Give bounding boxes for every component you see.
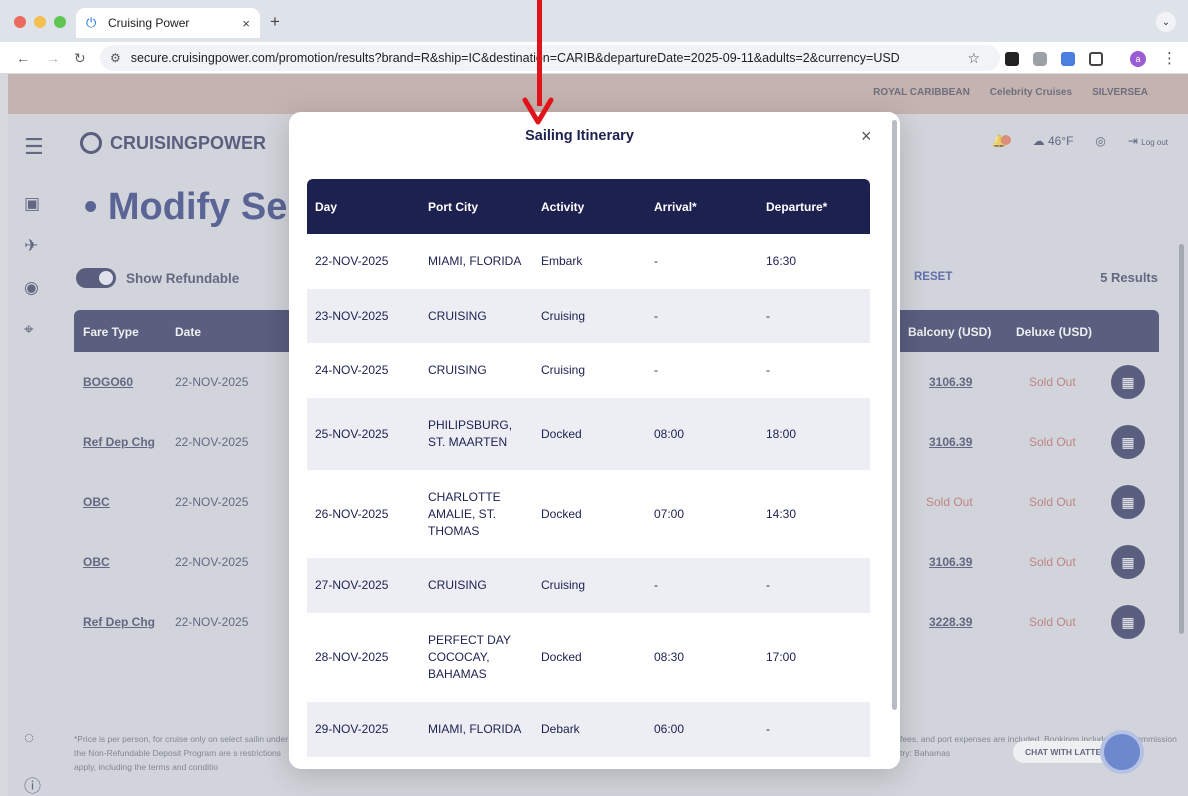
itin-arrival: -	[654, 578, 658, 592]
sailing-itinerary-modal: Sailing Itinerary × Day Port City Activi…	[289, 112, 900, 769]
extensions-puzzle-icon[interactable]	[1089, 52, 1103, 66]
browser-tab-strip: ⏻ Cruising Power × + ⌄	[0, 0, 1188, 42]
itin-port: MIAMI, FLORIDA	[428, 722, 522, 736]
itin-arrival: 08:00	[654, 426, 685, 441]
col-day: Day	[315, 199, 338, 214]
itin-activity: Cruising	[541, 578, 586, 592]
itin-departure: -	[766, 308, 770, 323]
itin-activity: Cruising	[541, 308, 586, 323]
itin-day: 27-NOV-2025	[315, 578, 389, 592]
url-path: /promotion/results?brand=R&ship=IC&desti…	[275, 51, 900, 65]
itin-port: PHILIPSBURG, ST. MAARTEN	[428, 418, 513, 449]
window-zoom-button[interactable]	[54, 16, 66, 28]
itin-arrival: -	[654, 363, 658, 377]
tab-close-icon[interactable]: ×	[242, 16, 250, 31]
itin-activity: Debark	[541, 722, 580, 736]
itin-activity: Docked	[541, 426, 582, 441]
itin-day: 23-NOV-2025	[315, 308, 389, 323]
itin-departure: 14:30	[766, 506, 797, 521]
modal-scrollbar[interactable]	[892, 120, 897, 710]
itinerary-table: Day Port City Activity Arrival* Departur…	[307, 179, 870, 757]
annotation-arrow-head-icon	[522, 97, 554, 125]
extension-f-icon[interactable]	[1005, 52, 1019, 66]
itin-departure: 17:00	[766, 650, 797, 664]
itin-activity: Embark	[541, 254, 583, 268]
itinerary-row: 22-NOV-2025 MIAMI, FLORIDA Embark - 16:3…	[307, 234, 870, 289]
itin-arrival: -	[654, 254, 658, 268]
tab-search-chevron-icon[interactable]: ⌄	[1156, 12, 1176, 32]
site-settings-icon[interactable]: ⚙	[110, 51, 121, 65]
reload-icon[interactable]: ↻	[74, 50, 86, 67]
browser-toolbar: ← → ↻ ⚙ secure.cruisingpower.com/promoti…	[0, 42, 1188, 74]
forward-arrow-icon[interactable]: →	[46, 50, 60, 66]
itin-departure: -	[766, 363, 770, 377]
itin-day: 29-NOV-2025	[315, 722, 389, 736]
bookmark-star-icon[interactable]: ☆	[967, 50, 980, 67]
itin-activity: Cruising	[541, 363, 586, 377]
window-minimize-button[interactable]	[34, 16, 46, 28]
itin-port: MIAMI, FLORIDA	[428, 254, 522, 268]
itin-port: PERFECT DAY COCOCAY, BAHAMAS	[428, 633, 511, 681]
itinerary-row: 26-NOV-2025 CHARLOTTE AMALIE, ST. THOMAS…	[307, 470, 870, 558]
col-activity: Activity	[541, 199, 585, 214]
cruisingpower-favicon-icon: ⏻	[86, 15, 97, 30]
itin-port: CRUISING	[428, 308, 487, 323]
itin-port: CRUISING	[428, 363, 487, 377]
tab-title: Cruising Power	[108, 16, 190, 30]
itin-day: 24-NOV-2025	[315, 363, 389, 377]
itinerary-row: 24-NOV-2025 CRUISING Cruising - -	[307, 343, 870, 398]
browser-menu-icon[interactable]: ⋮	[1162, 49, 1177, 67]
itin-departure: -	[766, 722, 770, 736]
itin-day: 26-NOV-2025	[315, 506, 389, 521]
modal-title: Sailing Itinerary	[525, 128, 634, 144]
itinerary-row: 25-NOV-2025 PHILIPSBURG, ST. MAARTEN Doc…	[307, 398, 870, 470]
profile-avatar[interactable]: a	[1130, 51, 1146, 67]
itin-departure: -	[766, 578, 770, 592]
itin-arrival: 06:00	[654, 722, 685, 736]
itinerary-row: 23-NOV-2025 CRUISING Cruising - -	[307, 289, 870, 343]
itin-day: 22-NOV-2025	[315, 254, 389, 268]
modal-close-icon[interactable]: ×	[861, 126, 872, 147]
col-departure: Departure*	[766, 199, 828, 214]
new-tab-button[interactable]: +	[270, 12, 280, 32]
url-host: secure.cruisingpower.com	[130, 51, 276, 65]
itinerary-header-row: Day Port City Activity Arrival* Departur…	[307, 179, 870, 234]
address-bar[interactable]: ⚙ secure.cruisingpower.com/promotion/res…	[100, 45, 1000, 71]
browser-tab[interactable]: ⏻ Cruising Power ×	[76, 8, 260, 38]
col-arrival: Arrival*	[654, 199, 697, 214]
itin-activity: Docked	[541, 650, 582, 664]
itinerary-row: 29-NOV-2025 MIAMI, FLORIDA Debark 06:00 …	[307, 702, 870, 757]
itin-activity: Docked	[541, 506, 582, 521]
annotation-arrow-shaft	[537, 0, 542, 106]
itin-arrival: -	[654, 308, 658, 323]
extension-blue-icon[interactable]	[1061, 52, 1075, 66]
window-close-button[interactable]	[14, 16, 26, 28]
back-arrow-icon[interactable]: ←	[16, 50, 30, 66]
itin-port: CHARLOTTE AMALIE, ST. THOMAS	[428, 489, 501, 538]
itin-day: 28-NOV-2025	[315, 650, 389, 664]
itin-departure: 16:30	[766, 254, 797, 268]
camera-extension-icon[interactable]	[1033, 52, 1047, 66]
itin-departure: 18:00	[766, 426, 797, 441]
itin-arrival: 08:30	[654, 650, 685, 664]
itinerary-row: 27-NOV-2025 CRUISING Cruising - -	[307, 558, 870, 613]
itin-day: 25-NOV-2025	[315, 426, 389, 441]
itinerary-row: 28-NOV-2025 PERFECT DAY COCOCAY, BAHAMAS…	[307, 613, 870, 702]
itin-arrival: 07:00	[654, 506, 685, 521]
itin-port: CRUISING	[428, 578, 487, 592]
col-port-city: Port City	[428, 199, 479, 214]
